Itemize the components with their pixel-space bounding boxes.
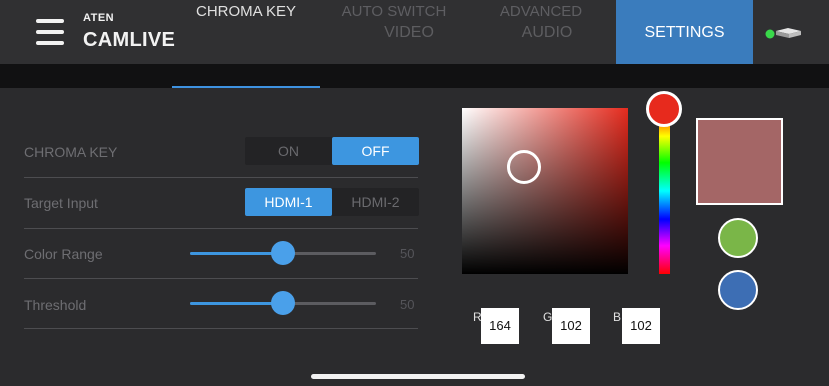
subtab-advanced[interactable]: ADVANCED <box>478 0 604 24</box>
preset-blue-swatch[interactable] <box>718 270 758 310</box>
active-subtab-indicator <box>172 86 320 88</box>
subtab-chroma-key[interactable]: CHROMA KEY <box>172 0 320 24</box>
tab-settings[interactable]: SETTINGS <box>616 0 753 64</box>
hamburger-menu-icon[interactable] <box>36 19 64 47</box>
saturation-brightness-picker[interactable] <box>462 108 628 274</box>
color-range-slider-thumb[interactable] <box>271 241 295 265</box>
divider <box>24 228 418 229</box>
color-picker-cursor[interactable] <box>507 150 541 184</box>
color-range-value: 50 <box>400 246 415 261</box>
chroma-key-on-button[interactable]: ON <box>245 137 332 165</box>
hdmi-2-button[interactable]: HDMI-2 <box>332 188 419 216</box>
green-value-field[interactable]: 102 <box>552 308 590 344</box>
color-range-label: Color Range <box>24 246 103 262</box>
hdmi-1-button[interactable]: HDMI-1 <box>245 188 332 216</box>
preset-green-swatch[interactable] <box>718 218 758 258</box>
chroma-key-off-button[interactable]: OFF <box>332 137 419 165</box>
hue-slider-thumb[interactable] <box>646 91 682 127</box>
blue-value-field[interactable]: 102 <box>622 308 660 344</box>
subtab-auto-switch[interactable]: AUTO SWITCH <box>328 0 460 24</box>
sub-tab-bar <box>0 64 829 88</box>
divider <box>24 177 418 178</box>
target-input-label: Target Input <box>24 195 98 211</box>
threshold-label: Threshold <box>24 297 87 313</box>
divider <box>24 328 418 329</box>
hue-slider[interactable] <box>659 108 670 274</box>
device-connected-icon[interactable] <box>764 26 804 40</box>
threshold-slider-fill <box>190 302 283 305</box>
selected-color-swatch <box>696 118 783 205</box>
brand-logo: ATEN <box>83 12 115 24</box>
threshold-value: 50 <box>400 297 415 312</box>
red-value-field[interactable]: 164 <box>481 308 519 344</box>
target-input-selector: HDMI-1 HDMI-2 <box>245 188 419 216</box>
color-range-slider-fill <box>190 252 283 255</box>
divider <box>24 278 418 279</box>
chroma-key-toggle: ON OFF <box>245 137 419 165</box>
app-name: CAMLIVE <box>83 29 176 51</box>
home-indicator <box>311 374 525 379</box>
threshold-slider-thumb[interactable] <box>271 291 295 315</box>
chroma-key-label: CHROMA KEY <box>24 144 118 160</box>
green-label: G <box>543 310 553 324</box>
blue-label: B <box>613 310 622 324</box>
